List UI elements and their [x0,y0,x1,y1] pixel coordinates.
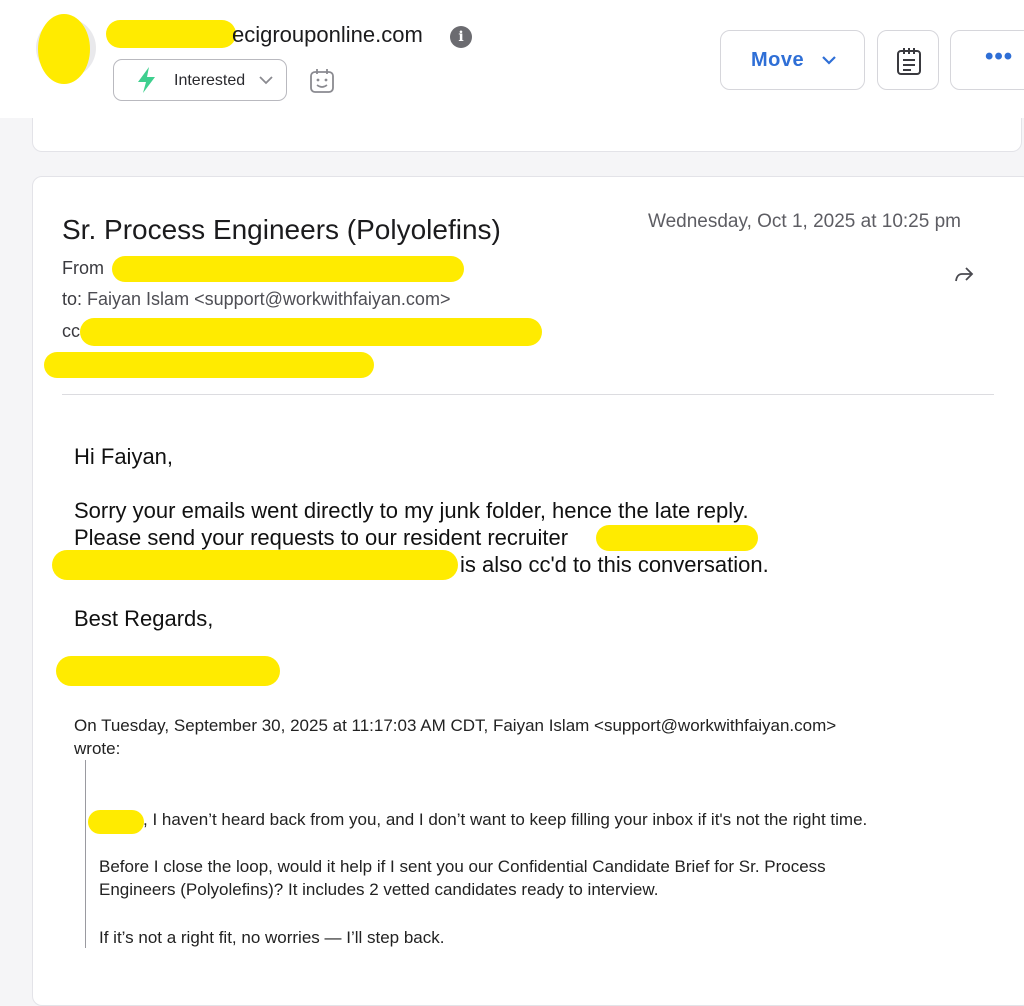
email-subject: Sr. Process Engineers (Polyolefins) [62,214,501,245]
previous-message-card[interactable] [32,118,1022,152]
quote-header: On Tuesday, September 30, 2025 at 11:17:… [74,716,837,735]
greeting: Hi Faiyan, [74,444,174,469]
quote-bar [85,760,86,948]
chevron-down-icon [259,76,273,85]
quote-paragraph: , I haven’t heard back from you, and I d… [143,810,868,829]
cc-label: cc [62,321,80,341]
lightning-icon [138,67,155,93]
body-line: Sorry your emails went directly to my ju… [74,498,749,523]
quote-paragraph: Engineers (Polyolefins)? It includes 2 v… [99,880,659,899]
more-options-button[interactable]: ••• [950,30,1024,90]
to-label: to: [62,289,83,309]
header-divider [62,394,994,395]
redaction-mark [44,352,374,378]
chevron-down-icon [822,56,836,65]
redaction-mark [112,256,464,282]
redaction-mark [38,14,90,84]
redaction-mark [80,318,542,346]
sender-address[interactable]: ecigrouponline.com [232,22,423,48]
quote-paragraph: If it’s not a right fit, no worries — I’… [99,928,445,947]
notes-button[interactable] [877,30,939,90]
email-date: Wednesday, Oct 1, 2025 at 10:25 pm [648,211,961,232]
notepad-icon [897,48,921,75]
redaction-mark [596,525,758,551]
status-label: Interested [174,72,246,89]
signoff: Best Regards, [74,606,214,631]
quote-paragraph: Before I close the loop, would it help i… [99,857,826,876]
redaction-mark [56,656,280,686]
forward-icon[interactable] [954,266,974,284]
more-icon: ••• [985,43,1014,70]
move-button[interactable]: Move [720,30,865,90]
redaction-mark [106,20,236,48]
info-icon[interactable]: i [450,26,472,48]
status-dropdown[interactable]: Interested [113,59,287,101]
body-line: Please send your requests to our residen… [74,525,569,550]
redaction-mark [52,550,458,580]
quote-header: wrote: [74,739,121,758]
to-line: to: Faiyan Islam <support@workwithfaiyan… [62,289,450,310]
from-label: From [62,258,104,278]
to-recipient[interactable]: Faiyan Islam <support@workwithfaiyan.com… [87,289,450,309]
body-line: is also cc'd to this conversation. [460,552,769,577]
redaction-mark [88,810,144,834]
move-label: Move [751,49,805,71]
template-icon[interactable] [309,67,335,95]
